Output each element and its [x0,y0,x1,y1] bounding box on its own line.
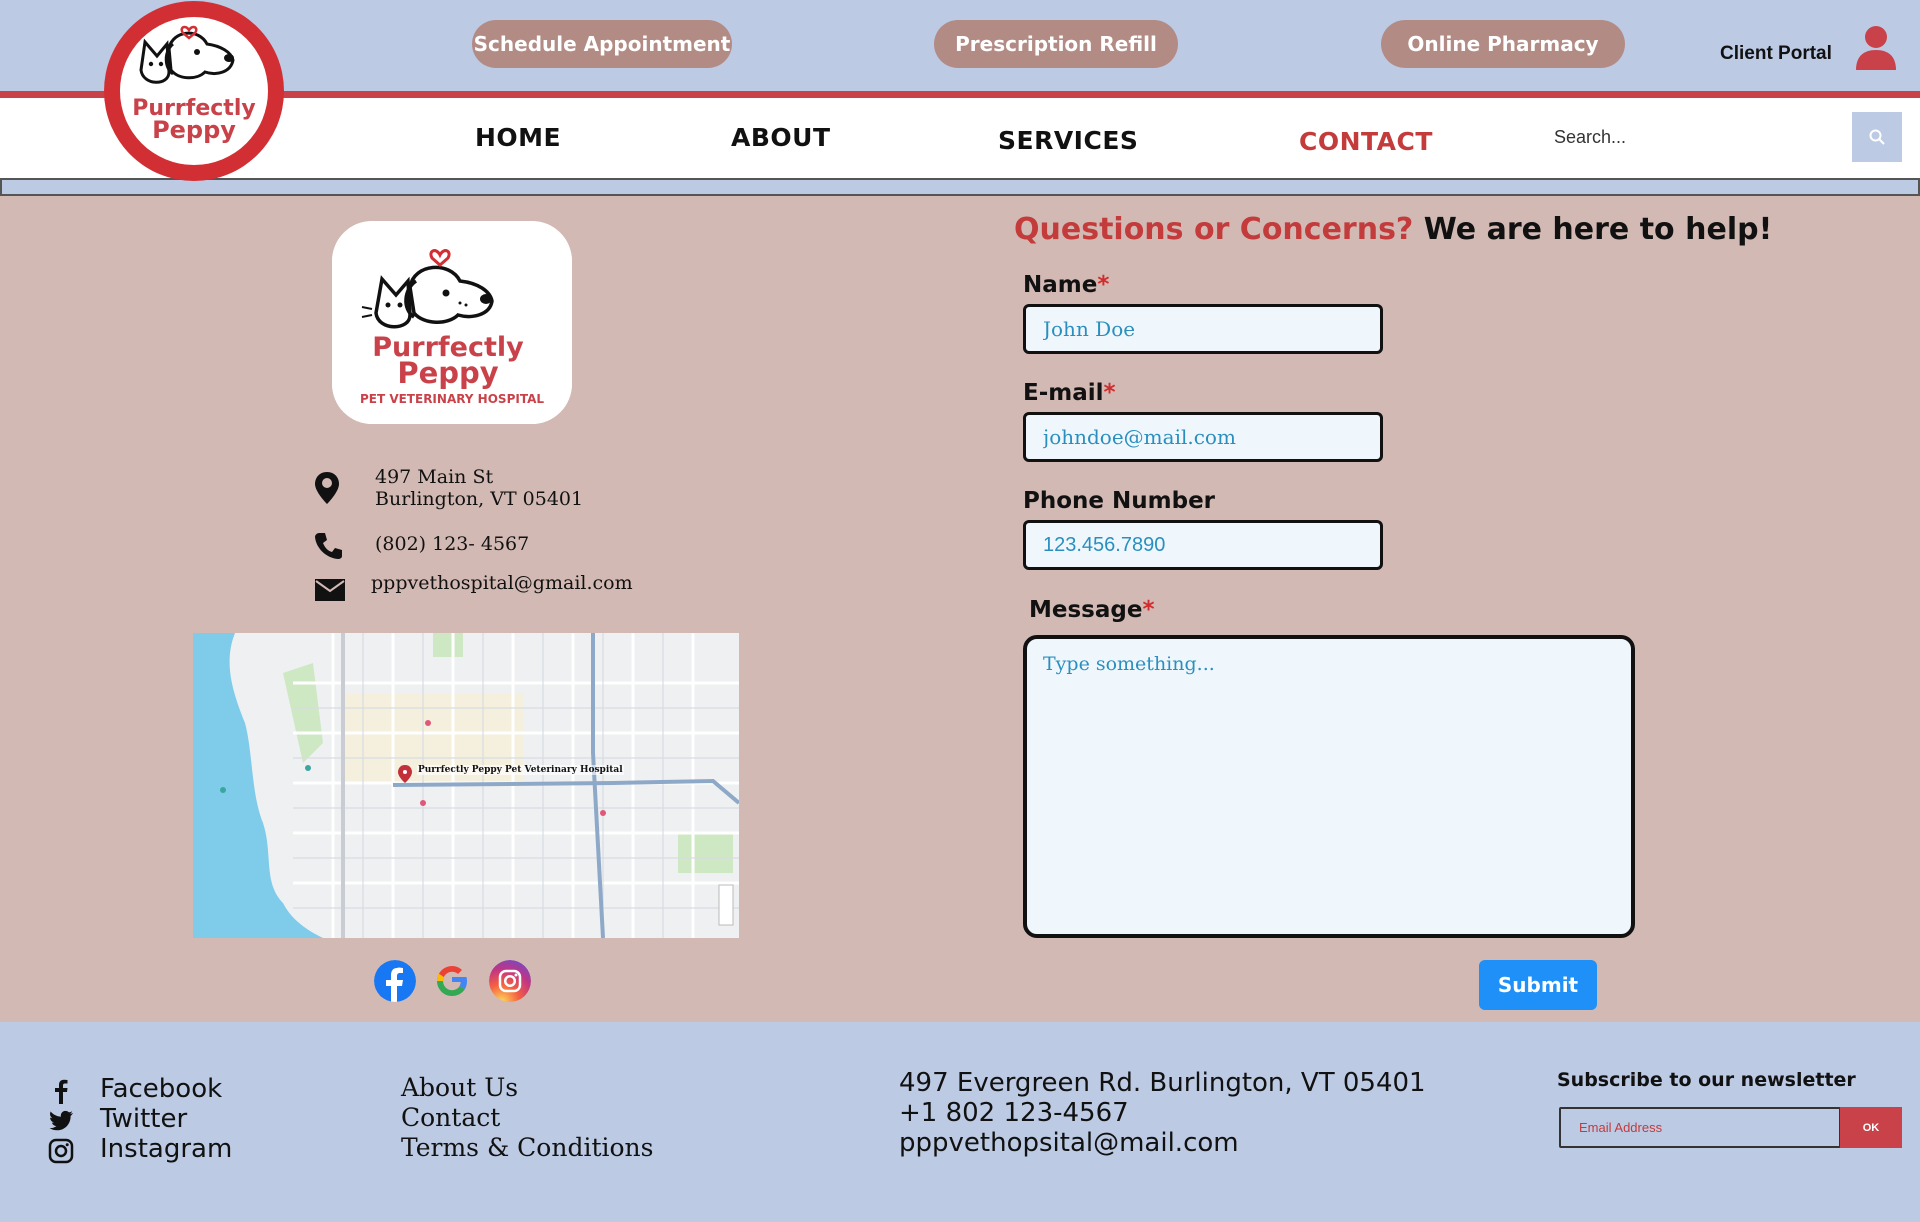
nav-about[interactable]: ABOUT [731,123,831,152]
email-field[interactable] [1023,412,1383,462]
client-portal-link[interactable]: Client Portal [1720,43,1832,65]
facebook-icon[interactable] [48,1078,74,1104]
phone-label: Phone Number [1023,488,1216,514]
clinic-logo-card: Purrfectly Peppy PET VETERINARY HOSPITAL [332,221,572,424]
phone-icon [315,533,342,559]
nav-home[interactable]: HOME [475,123,561,152]
footer-facebook-link[interactable]: Facebook [100,1074,222,1104]
form-heading: Questions or Concerns? We are here to he… [1014,212,1772,247]
logo-badge[interactable]: Purrfectly Peppy PET VETERINARY HOSPITAL [103,0,285,182]
newsletter-title: Subscribe to our newsletter [1557,1069,1856,1091]
prescription-refill-button[interactable]: Prescription Refill [934,20,1178,68]
search-icon [1869,129,1885,145]
facebook-icon[interactable] [374,960,416,1002]
search-input[interactable] [1544,114,1849,160]
footer-address: 497 Evergreen Rd. Burlington, VT 05401 [899,1068,1426,1098]
footer-terms-link[interactable]: Terms & Conditions [401,1133,653,1162]
required-mark: * [1097,272,1110,298]
address-line-1: 497 Main St [375,466,494,488]
form-heading-rest: We are here to help! [1413,212,1773,247]
svg-text:Peppy: Peppy [152,116,236,144]
name-field[interactable] [1023,304,1383,354]
form-heading-highlight: Questions or Concerns? [1014,212,1414,247]
instagram-icon[interactable] [489,960,531,1002]
phone-field[interactable] [1023,520,1383,570]
online-pharmacy-button[interactable]: Online Pharmacy [1381,20,1625,68]
footer-about-link[interactable]: About Us [401,1073,518,1102]
schedule-appointment-button[interactable]: Schedule Appointment [472,20,732,68]
nav-services[interactable]: SERVICES [998,126,1138,155]
footer-email: pppvethopsital@mail.com [899,1128,1239,1158]
instagram-icon[interactable] [48,1138,74,1164]
twitter-icon[interactable] [48,1108,74,1134]
mail-icon [315,579,345,601]
user-icon[interactable] [1854,24,1898,70]
message-field[interactable] [1023,635,1635,938]
clinic-email[interactable]: pppvethospital@gmail.com [371,572,633,594]
name-label: Name* [1023,272,1110,298]
header-divider-line [0,91,1920,98]
location-map[interactable]: Purrfectly Peppy Pet Veterinary Hospital [193,633,739,938]
footer-phone: +1 802 123-4567 [899,1098,1129,1128]
footer-twitter-link[interactable]: Twitter [100,1104,187,1134]
newsletter-email-input[interactable] [1559,1107,1841,1148]
svg-text:PET VETERINARY HOSPITAL: PET VETERINARY HOSPITAL [360,392,544,406]
location-pin-icon [315,472,339,504]
clinic-phone[interactable]: (802) 123- 4567 [375,533,529,555]
newsletter-submit-button[interactable]: OK [1840,1107,1902,1148]
address-line-2: Burlington, VT 05401 [375,488,584,510]
submit-button[interactable]: Submit [1479,960,1597,1010]
google-icon[interactable] [431,960,473,1002]
footer-instagram-link[interactable]: Instagram [100,1134,232,1164]
footer-contact-link[interactable]: Contact [401,1103,500,1132]
required-mark: * [1142,597,1155,623]
email-label: E-mail* [1023,380,1116,406]
map-tiles [193,633,739,938]
search-button[interactable] [1852,112,1902,162]
svg-text:Peppy: Peppy [397,356,498,390]
section-divider-band [0,178,1920,196]
map-pin-label: Purrfectly Peppy Pet Veterinary Hospital [417,765,624,775]
message-label: Message* [1029,597,1155,623]
nav-contact-active[interactable]: CONTACT [1299,127,1433,156]
required-mark: * [1103,380,1116,406]
